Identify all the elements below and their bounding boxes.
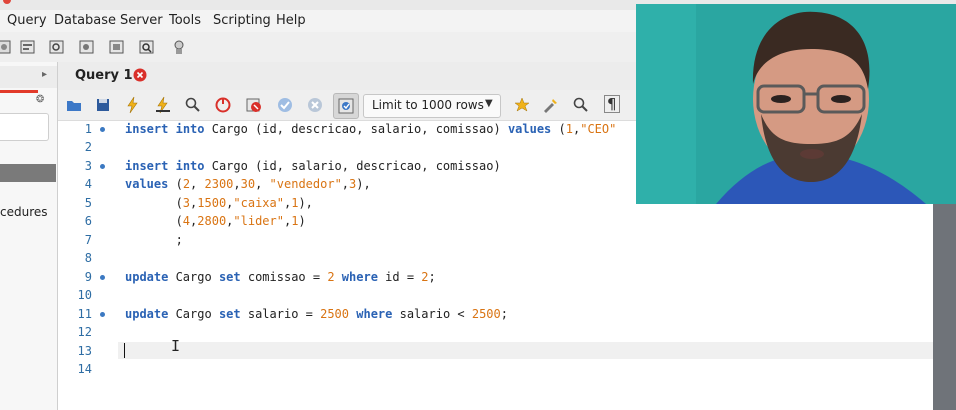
menu-server[interactable]: Server bbox=[120, 13, 163, 28]
line-number: 2 bbox=[84, 140, 92, 154]
invisible-chars-icon[interactable]: ¶ bbox=[604, 95, 620, 113]
line-number: 7 bbox=[84, 233, 92, 247]
code-line-3: insert into Cargo (id, salario, descrica… bbox=[125, 159, 501, 173]
line-number: 10 bbox=[77, 288, 92, 302]
code-line-11: update Cargo set salario = 2500 where sa… bbox=[125, 307, 508, 321]
code-line-5: (3,1500,"caixa",1), bbox=[125, 196, 313, 210]
line-gutter: 1 2 3 4 5 6 7 8 9 10 11 12 13 14 bbox=[58, 121, 118, 410]
chevron-right-icon[interactable]: ▸ bbox=[42, 69, 47, 80]
presenter-video-image bbox=[636, 4, 956, 204]
explain-icon[interactable] bbox=[184, 96, 202, 114]
line-number: 5 bbox=[84, 196, 92, 210]
statement-marker-icon bbox=[100, 127, 105, 132]
beautify-icon[interactable] bbox=[542, 96, 560, 114]
line-number: 11 bbox=[77, 307, 92, 321]
menu-query[interactable]: Query bbox=[7, 13, 47, 28]
code-line-7: ; bbox=[125, 233, 183, 247]
autocommit-toggle[interactable] bbox=[333, 93, 359, 119]
open-file-icon[interactable] bbox=[65, 96, 83, 114]
autocommit-icon bbox=[338, 98, 354, 114]
save-icon[interactable] bbox=[94, 96, 112, 114]
add-snippet-icon[interactable] bbox=[513, 96, 531, 114]
find-icon[interactable] bbox=[572, 96, 590, 114]
stop-icon[interactable] bbox=[214, 96, 232, 114]
line-number: 6 bbox=[84, 214, 92, 228]
line-number: 14 bbox=[77, 362, 92, 376]
sidebar-header: ▸ bbox=[0, 66, 57, 88]
line-number: 4 bbox=[84, 177, 92, 191]
sidebar-accent bbox=[0, 90, 38, 93]
menu-scripting[interactable]: Scripting bbox=[213, 13, 271, 28]
menu-database[interactable]: Database bbox=[54, 13, 116, 28]
code-line-9: update Cargo set comissao = 2 where id =… bbox=[125, 270, 436, 284]
menu-help[interactable]: Help bbox=[276, 13, 306, 28]
limit-rows-select[interactable]: Limit to 1000 rows ▼ bbox=[363, 94, 501, 118]
toggle-error-icon[interactable] bbox=[245, 96, 263, 114]
search-table-icon[interactable] bbox=[138, 38, 156, 56]
window-close-dot-icon[interactable] bbox=[3, 0, 11, 4]
tab-label: Query 1 bbox=[75, 68, 133, 83]
execute-icon[interactable] bbox=[124, 96, 142, 114]
line-number: 8 bbox=[84, 251, 92, 265]
reconnect-icon[interactable] bbox=[170, 38, 188, 56]
current-line-highlight bbox=[118, 342, 933, 359]
code-line-6: (4,2800,"lider",1) bbox=[125, 214, 306, 228]
code-line-1: insert into Cargo (id, descricao, salari… bbox=[125, 122, 617, 136]
chevron-down-icon: ▼ bbox=[485, 98, 493, 109]
ibeam-cursor-icon: I bbox=[171, 337, 181, 355]
rollback-icon[interactable] bbox=[306, 96, 324, 114]
statement-marker-icon bbox=[100, 164, 105, 169]
sidebar-selected-row[interactable] bbox=[0, 164, 56, 182]
navigator-sidebar: ▸ ❂ cedures bbox=[0, 62, 58, 410]
sidebar-item-procedures[interactable]: cedures bbox=[0, 205, 48, 219]
menu-tools[interactable]: Tools bbox=[169, 13, 201, 28]
line-number: 1 bbox=[84, 122, 92, 136]
inspector-icon[interactable] bbox=[78, 38, 96, 56]
limit-rows-label: Limit to 1000 rows bbox=[372, 98, 484, 112]
line-number: 13 bbox=[77, 344, 92, 358]
statement-marker-icon bbox=[100, 275, 105, 280]
line-number: 9 bbox=[84, 270, 92, 284]
execute-current-icon[interactable] bbox=[154, 96, 172, 114]
code-line-4: values (2, 2300,30, "vendedor",3), bbox=[125, 177, 371, 191]
tab-query-1[interactable]: Query 1 bbox=[68, 62, 154, 93]
create-schema-icon[interactable] bbox=[108, 38, 126, 56]
statement-marker-icon bbox=[100, 312, 105, 317]
text-caret bbox=[124, 343, 125, 358]
refresh-icon[interactable]: ❂ bbox=[36, 94, 44, 105]
commit-icon[interactable] bbox=[276, 96, 294, 114]
open-sql-script-icon[interactable] bbox=[48, 38, 66, 56]
new-sql-tab-icon[interactable] bbox=[19, 38, 37, 56]
line-number: 12 bbox=[77, 325, 92, 339]
new-connection-icon[interactable] bbox=[0, 38, 14, 56]
close-tab-icon[interactable] bbox=[133, 68, 147, 82]
line-number: 3 bbox=[84, 159, 92, 173]
webcam-overlay bbox=[636, 4, 956, 204]
schema-filter-input[interactable] bbox=[0, 113, 49, 141]
